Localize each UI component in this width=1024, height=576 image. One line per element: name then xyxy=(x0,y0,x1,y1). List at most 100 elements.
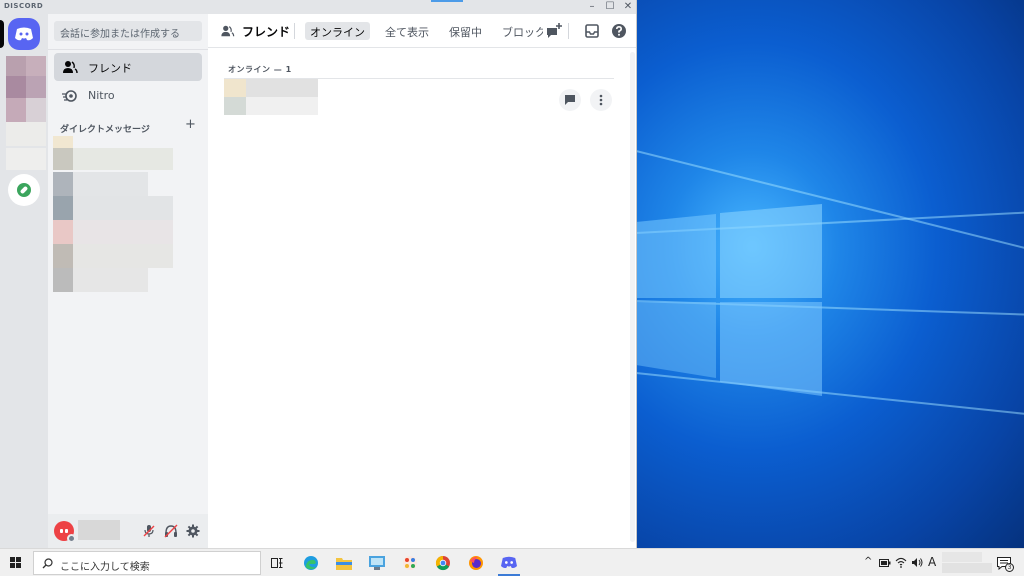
desktop-wallpaper xyxy=(636,0,1024,548)
title-bar: DISCORD – ☐ ✕ xyxy=(0,0,636,14)
friends-header: フレンド オンライン 全て表示 保留中 ブロック xyxy=(208,14,636,48)
sidebar-item-nitro[interactable]: Nitro xyxy=(54,82,202,110)
dm-item-blurred[interactable] xyxy=(73,244,173,268)
active-indicator xyxy=(0,20,4,48)
control-panel-icon[interactable] xyxy=(362,551,392,575)
close-button[interactable]: ✕ xyxy=(619,0,636,14)
friend-avatar-blurred xyxy=(224,97,246,115)
discord-taskbar-icon[interactable] xyxy=(494,551,524,576)
user-panel xyxy=(48,514,208,548)
windows-logo-wallpaper xyxy=(636,204,822,396)
server-icon-blurred[interactable] xyxy=(26,76,46,98)
ime-indicator[interactable]: A xyxy=(928,555,936,569)
message-button[interactable] xyxy=(559,89,581,111)
more-options-button[interactable] xyxy=(590,89,612,111)
page-title: フレンド xyxy=(242,25,291,39)
server-icon-blurred[interactable] xyxy=(26,98,46,122)
friend-status-blurred xyxy=(246,97,318,115)
discord-wordmark: DISCORD xyxy=(4,2,44,10)
friend-row[interactable] xyxy=(224,79,614,119)
dm-avatar-blurred[interactable] xyxy=(53,196,73,220)
mute-icon[interactable] xyxy=(142,524,156,538)
dm-item-blurred[interactable] xyxy=(73,172,148,196)
firefox-icon[interactable] xyxy=(461,551,491,575)
tab-all[interactable]: 全て表示 xyxy=(380,22,434,40)
scrollbar[interactable] xyxy=(630,52,635,542)
inbox-icon[interactable] xyxy=(584,23,600,39)
settings-icon[interactable] xyxy=(186,524,200,538)
maximize-button[interactable]: ☐ xyxy=(601,0,619,14)
windows-start-icon[interactable] xyxy=(10,557,22,569)
sidebar-item-friends[interactable]: フレンド xyxy=(54,53,202,81)
dm-item-blurred[interactable] xyxy=(73,148,173,170)
server-icon-blurred[interactable] xyxy=(6,76,26,98)
dm-item-blurred[interactable] xyxy=(73,268,148,292)
volume-icon[interactable] xyxy=(911,557,923,568)
friends-main: フレンド オンライン 全て表示 保留中 ブロック オンライン — 1 xyxy=(208,14,636,548)
clock-date-blurred[interactable] xyxy=(942,563,992,573)
notification-center-button[interactable]: 3 xyxy=(997,555,1014,574)
avatar-eye xyxy=(60,529,63,533)
sidebar-divider xyxy=(48,49,208,50)
server-icon-blurred[interactable] xyxy=(26,56,46,76)
create-dm-button[interactable]: + xyxy=(185,117,196,132)
explore-servers-button[interactable] xyxy=(8,174,40,206)
edge-icon[interactable] xyxy=(296,551,326,575)
tab-pending[interactable]: 保留中 xyxy=(444,22,487,40)
server-list xyxy=(0,14,48,548)
friends-icon xyxy=(221,25,235,37)
dm-item-blurred[interactable] xyxy=(73,196,173,220)
dm-sidebar: 会話に参加または作成する フレンド Nitro ダイレクトメッセージ + xyxy=(48,14,208,548)
notification-count-badge: 3 xyxy=(1005,563,1014,572)
tab-blocked[interactable]: ブロック xyxy=(497,22,543,40)
sidebar-item-label: フレンド xyxy=(88,62,132,75)
nitro-icon xyxy=(62,90,77,102)
message-icon xyxy=(565,95,575,105)
header-divider xyxy=(294,23,295,39)
friends-icon xyxy=(63,61,78,74)
title-accent xyxy=(431,0,463,2)
wifi-icon[interactable] xyxy=(895,557,907,568)
chrome-icon[interactable] xyxy=(428,551,458,575)
discord-logo-icon xyxy=(15,27,33,41)
dm-item-blurred[interactable] xyxy=(73,220,173,244)
sidebar-item-label: Nitro xyxy=(88,89,115,102)
new-group-dm-icon[interactable] xyxy=(546,23,562,39)
online-count-heading: オンライン — 1 xyxy=(228,65,292,74)
file-explorer-icon[interactable] xyxy=(329,551,359,575)
username-blurred xyxy=(78,520,120,540)
friend-name-blurred xyxy=(246,79,318,97)
find-conversation-input[interactable]: 会話に参加または作成する xyxy=(54,21,202,41)
task-view-icon[interactable] xyxy=(262,551,292,575)
taskbar-search-placeholder: ここに入力して検索 xyxy=(60,562,150,573)
clock-time-blurred[interactable] xyxy=(942,552,982,562)
server-icon-blurred[interactable] xyxy=(6,122,46,146)
avatar-eye xyxy=(65,529,68,533)
server-icon-blurred[interactable] xyxy=(6,56,26,76)
dm-avatar-blurred[interactable] xyxy=(53,220,73,244)
dm-avatar-blurred[interactable] xyxy=(53,268,73,292)
status-indicator xyxy=(67,534,76,543)
dm-avatar-blurred[interactable] xyxy=(53,172,73,196)
taskbar: ここに入力して検索 ^ A 3 xyxy=(0,548,1024,576)
dm-section-header: ダイレクトメッセージ xyxy=(60,125,150,135)
dm-item-blurred[interactable] xyxy=(53,136,73,148)
battery-icon[interactable] xyxy=(879,558,891,568)
header-divider xyxy=(568,23,569,39)
dm-avatar-blurred[interactable] xyxy=(53,148,73,170)
tab-online[interactable]: オンライン xyxy=(305,22,370,40)
help-icon[interactable] xyxy=(611,23,627,39)
taskbar-search-input[interactable]: ここに入力して検索 xyxy=(33,551,261,575)
paint-icon[interactable] xyxy=(395,551,425,575)
search-icon xyxy=(42,558,53,569)
home-button[interactable] xyxy=(8,18,40,50)
minimize-button[interactable]: – xyxy=(583,0,601,14)
deafen-icon[interactable] xyxy=(164,524,178,538)
dm-avatar-blurred[interactable] xyxy=(53,244,73,268)
more-vertical-icon xyxy=(599,94,603,106)
server-icon-blurred[interactable] xyxy=(6,98,26,122)
discord-window: DISCORD – ☐ ✕ 会話に参加または作成する フレンド Nitro ダイ… xyxy=(0,0,637,548)
friend-avatar-blurred xyxy=(224,79,246,97)
server-icon-blurred[interactable] xyxy=(6,148,46,170)
chevron-up-icon[interactable]: ^ xyxy=(864,556,872,567)
